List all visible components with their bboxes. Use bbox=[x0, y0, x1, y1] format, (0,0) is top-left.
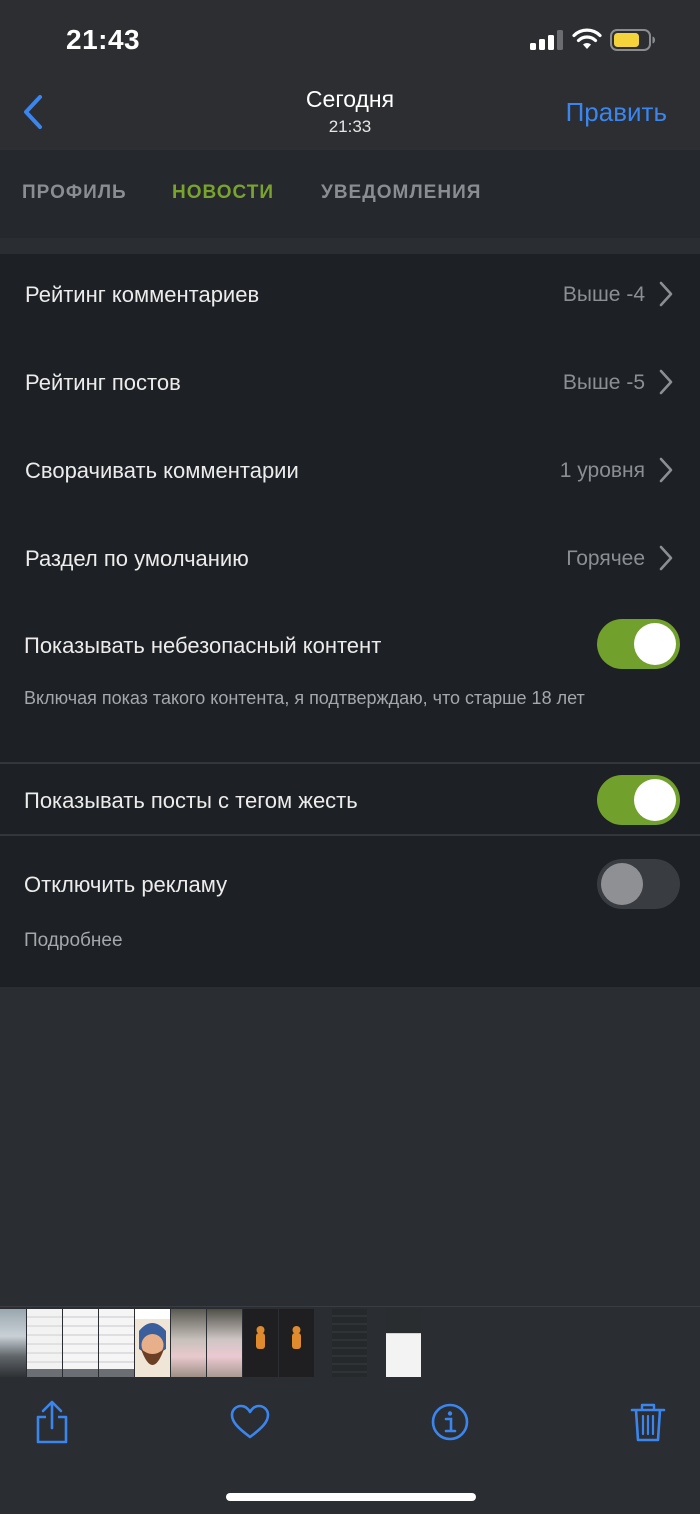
cellular-signal-icon bbox=[530, 30, 563, 50]
setting-label: Раздел по умолчанию bbox=[25, 546, 249, 571]
tab-news[interactable]: НОВОСТИ bbox=[172, 182, 274, 204]
delete-button[interactable] bbox=[626, 1400, 670, 1444]
info-icon bbox=[431, 1403, 469, 1441]
setting-comment-rating[interactable]: Рейтинг комментариев Выше -4 bbox=[0, 254, 700, 342]
setting-default-section[interactable]: Раздел по умолчанию Горячее bbox=[0, 518, 700, 606]
setting-label: Рейтинг постов bbox=[25, 370, 181, 395]
gore-posts-toggle[interactable] bbox=[597, 775, 680, 825]
chevron-right-icon bbox=[659, 281, 673, 307]
setting-collapse-comments[interactable]: Сворачивать комментарии 1 уровня bbox=[0, 430, 700, 518]
comic-face-image bbox=[135, 1309, 170, 1365]
more-info-link[interactable]: Подробнее bbox=[24, 930, 123, 952]
setting-label: Сворачивать комментарии bbox=[25, 458, 299, 483]
unsafe-content-note: Включая показ такого контента, я подтвер… bbox=[24, 688, 585, 708]
chevron-right-icon bbox=[659, 545, 673, 571]
setting-post-rating[interactable]: Рейтинг постов Выше -5 bbox=[0, 342, 700, 430]
setting-unsafe-content: Показывать небезопасный контент Включая … bbox=[0, 606, 700, 762]
thumbnail[interactable] bbox=[279, 1309, 314, 1377]
setting-label: Рейтинг комментариев bbox=[25, 282, 260, 307]
favorite-button[interactable] bbox=[228, 1400, 272, 1444]
thumbnail[interactable] bbox=[207, 1309, 242, 1377]
thumbnail[interactable] bbox=[171, 1309, 206, 1377]
tab-notifications[interactable]: УВЕДОМЛЕНИЯ bbox=[321, 182, 481, 204]
setting-value: Горячее bbox=[566, 547, 645, 570]
setting-label: Отключить рекламу bbox=[24, 872, 228, 897]
thumbnail[interactable] bbox=[332, 1309, 367, 1377]
battery-icon bbox=[610, 29, 655, 51]
heart-icon bbox=[230, 1404, 270, 1439]
dark-image bbox=[256, 1326, 265, 1349]
tab-bar: ПРОФИЛЬ НОВОСТИ УВЕДОМЛЕНИЯ bbox=[0, 150, 700, 238]
share-icon bbox=[36, 1400, 68, 1444]
dark-image bbox=[292, 1326, 301, 1349]
setting-value: Выше -5 bbox=[562, 371, 645, 394]
info-button[interactable] bbox=[428, 1400, 472, 1444]
edit-button[interactable]: Править bbox=[566, 97, 667, 128]
setting-gore-posts: Показывать посты с тегом жесть bbox=[0, 764, 700, 834]
settings-list: Рейтинг комментариев Выше -4 Рейтинг пос… bbox=[0, 254, 700, 987]
thumbnail[interactable] bbox=[27, 1309, 62, 1377]
status-time: 21:43 bbox=[66, 24, 141, 55]
thumbnail[interactable] bbox=[63, 1309, 98, 1377]
setting-label: Показывать посты с тегом жесть bbox=[24, 788, 358, 813]
navigation-header: 21:43 Сегодня 21:33 Править bbox=[0, 0, 700, 150]
thumbnail-strip[interactable] bbox=[0, 1306, 700, 1378]
thumbnail[interactable] bbox=[99, 1309, 134, 1377]
toggle-knob bbox=[601, 863, 643, 905]
trash-icon bbox=[630, 1403, 666, 1442]
setting-label: Показывать небезопасный контент bbox=[24, 633, 382, 658]
toggle-knob bbox=[634, 779, 676, 821]
setting-value: 1 уровня bbox=[559, 459, 645, 482]
home-indicator[interactable] bbox=[226, 1493, 476, 1501]
disable-ads-toggle[interactable] bbox=[597, 859, 680, 909]
share-button[interactable] bbox=[30, 1400, 74, 1444]
chevron-right-icon bbox=[659, 369, 673, 395]
setting-value: Выше -4 bbox=[562, 283, 645, 306]
unsafe-content-toggle[interactable] bbox=[597, 619, 680, 669]
toggle-knob bbox=[634, 623, 676, 665]
thumbnail[interactable] bbox=[0, 1309, 26, 1377]
tab-profile[interactable]: ПРОФИЛЬ bbox=[22, 182, 127, 204]
setting-disable-ads: Отключить рекламу Подробнее bbox=[0, 836, 700, 987]
thumbnail[interactable] bbox=[135, 1309, 170, 1377]
wifi-icon bbox=[572, 28, 602, 49]
section-gap bbox=[0, 238, 700, 254]
thumbnail[interactable] bbox=[243, 1309, 278, 1377]
chevron-right-icon bbox=[659, 457, 673, 483]
thumbnail[interactable] bbox=[386, 1309, 421, 1377]
